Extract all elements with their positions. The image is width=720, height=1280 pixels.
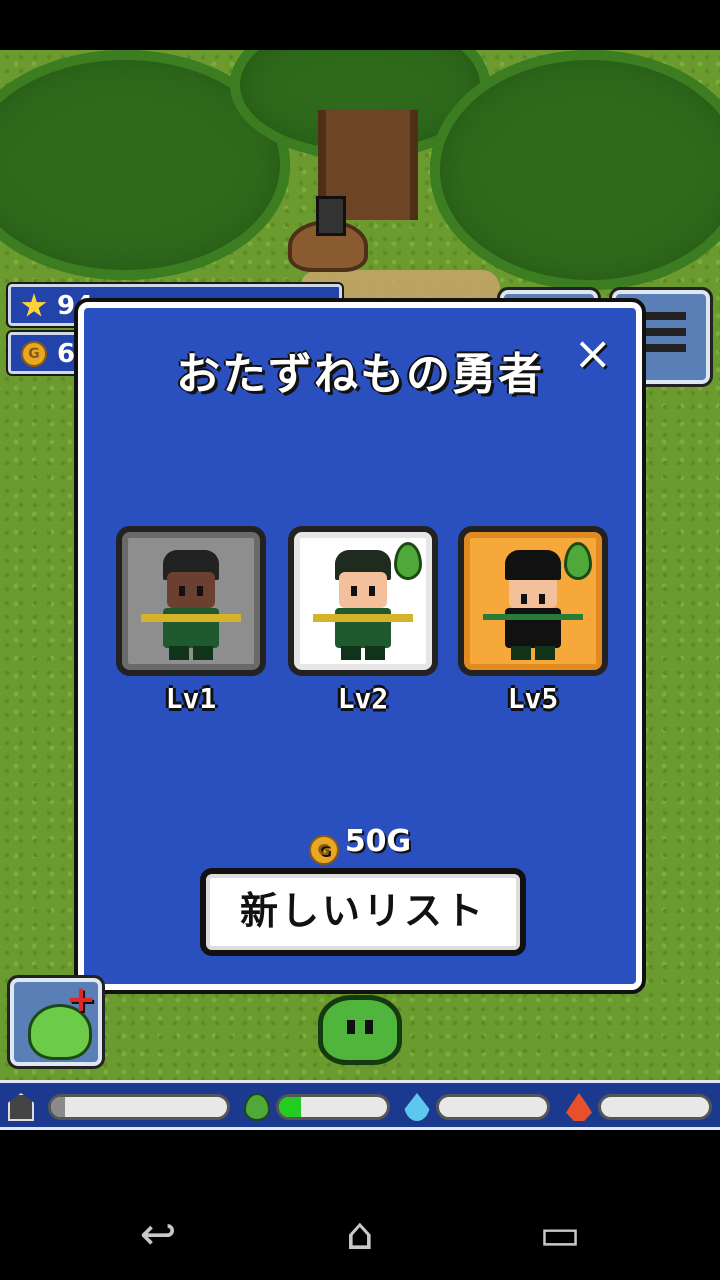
hero-card-2[interactable]: Lv2 [288, 526, 438, 716]
hero-card-3[interactable]: Lv5 [458, 526, 608, 716]
hero-level: Lv5 [507, 682, 559, 715]
dialog-title: おたずねもの勇者 [176, 349, 544, 400]
recents-button[interactable]: ▭ [530, 1210, 590, 1260]
house-gauge [48, 1094, 230, 1120]
star-icon [21, 293, 47, 317]
water-icon [404, 1093, 430, 1121]
house-icon [8, 1093, 34, 1121]
hero-level: Lv1 [165, 682, 217, 715]
hero-sprite [483, 550, 583, 662]
hero-card-1[interactable]: Lv1 [116, 526, 266, 716]
system-nav-bar: ↩ ⌂ ▭ [0, 1130, 720, 1280]
cost-value: 50G [344, 824, 412, 859]
tree-canopy-right [430, 50, 720, 290]
wanted-heroes-dialog: おたずねもの勇者 × Lv1 Lv2 Lv5 G 50G 新しいリスト [74, 298, 646, 994]
hero-list: Lv1 Lv2 Lv5 [116, 526, 608, 726]
resource-gauges [0, 1080, 720, 1130]
back-button[interactable]: ↩ [128, 1210, 188, 1260]
hero-portrait [458, 526, 608, 676]
grass-gauge [276, 1094, 390, 1120]
hero-sprite [313, 550, 413, 662]
leaf-icon [564, 542, 592, 580]
fire-gauge [598, 1094, 712, 1120]
home-button[interactable]: ⌂ [330, 1210, 390, 1260]
close-button[interactable]: × [573, 330, 612, 376]
coin-icon: G [21, 341, 47, 367]
player-slime[interactable] [318, 995, 402, 1065]
fire-icon [566, 1093, 592, 1121]
new-list-button[interactable]: 新しいリスト [200, 868, 526, 956]
hero-level: Lv2 [337, 682, 389, 715]
water-gauge [436, 1094, 550, 1120]
list-cost: G 50G [84, 824, 636, 865]
hero-sprite [141, 550, 241, 662]
plus-icon: + [65, 979, 96, 1020]
grass-icon [244, 1093, 270, 1121]
menu-icon [636, 312, 686, 360]
coin-icon: G [308, 835, 339, 865]
status-bar [0, 0, 720, 50]
leaf-icon [394, 542, 422, 580]
hero-portrait [288, 526, 438, 676]
hero-portrait [116, 526, 266, 676]
axe-icon[interactable] [316, 196, 346, 236]
add-slime-button[interactable]: + [7, 975, 105, 1069]
